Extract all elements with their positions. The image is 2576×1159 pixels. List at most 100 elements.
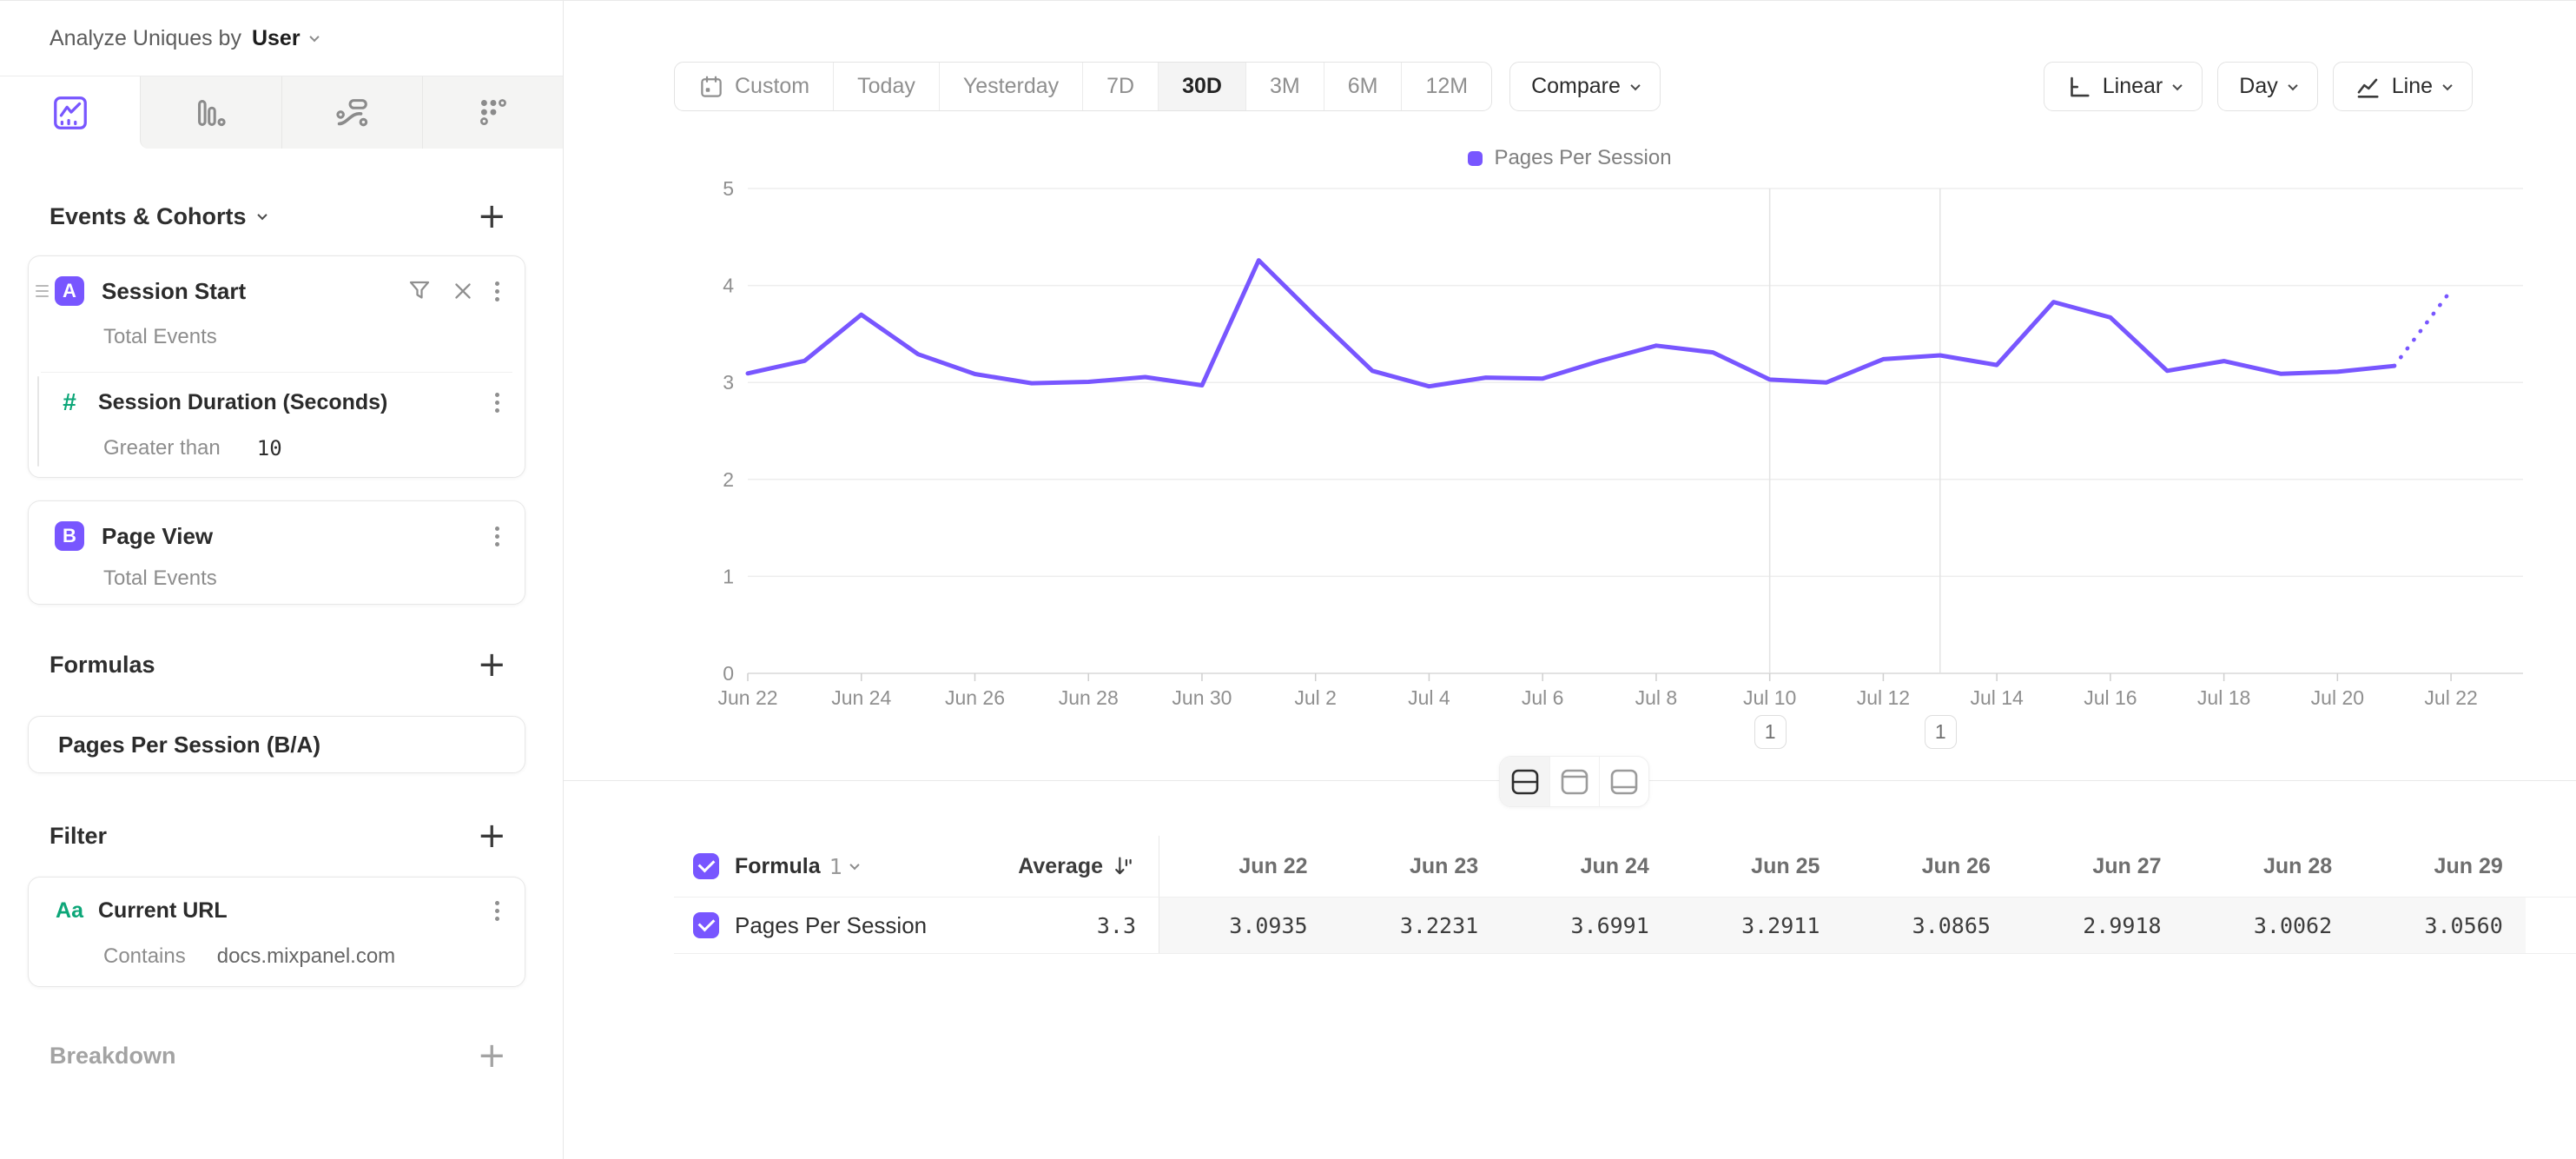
compare-label: Compare (1531, 74, 1621, 99)
date-column-header[interactable]: Jun 26 (1842, 836, 2013, 897)
formula-card[interactable]: Pages Per Session (B/A) (28, 716, 525, 773)
event-name[interactable]: Page View (102, 523, 213, 550)
average-column-header[interactable]: Average (1018, 854, 1159, 879)
property-value[interactable]: 10 (257, 436, 282, 460)
svg-text:Jul 4: Jul 4 (1408, 686, 1450, 709)
date-range-yesterday[interactable]: Yesterday (939, 63, 1082, 110)
date-range-30d[interactable]: 30D (1158, 63, 1245, 110)
split-view-icon (1509, 768, 1541, 796)
series-legend-label: Pages Per Session (1494, 146, 1671, 170)
date-column-header[interactable]: Jun 28 (2184, 836, 2355, 897)
chevron-down-icon (2173, 80, 2183, 89)
event-card-session-start[interactable]: A Session Start Total Events (28, 255, 525, 478)
event-measurement[interactable]: Total Events (103, 325, 217, 349)
property-menu-button[interactable] (486, 393, 507, 413)
insights-report-page: Analyze Uniques by User (0, 0, 2576, 1159)
close-icon (452, 280, 474, 302)
remove-event-button[interactable] (452, 280, 474, 302)
toggle-chart-only-view[interactable] (1549, 757, 1599, 806)
funnel-icon (406, 278, 433, 304)
toggle-table-only-view[interactable] (1599, 757, 1648, 806)
date-column-header[interactable]: Jun 29 (2355, 836, 2526, 897)
date-column-header[interactable]: Jun 27 (2013, 836, 2184, 897)
event-letter-badge: A (55, 276, 84, 306)
event-menu-button[interactable] (486, 281, 507, 301)
line-chart-icon (50, 93, 90, 133)
date-cell-value: 3.0560 (2355, 897, 2526, 953)
svg-text:Jul 10: Jul 10 (1743, 686, 1796, 709)
filter-operator[interactable]: Contains (103, 944, 186, 969)
tab-retention[interactable] (422, 76, 563, 149)
filter-title: Filter (50, 823, 107, 850)
chart-only-icon (1559, 768, 1590, 796)
add-event-button[interactable] (477, 203, 506, 229)
date-range-custom[interactable]: Custom (675, 63, 833, 110)
chart-type-button[interactable]: Line (2333, 62, 2473, 111)
select-all-checkbox[interactable] (693, 853, 719, 879)
svg-text:Jul 2: Jul 2 (1294, 686, 1337, 709)
date-range-6m[interactable]: 6M (1324, 63, 1402, 110)
filter-property-name[interactable]: Current URL (98, 898, 228, 924)
add-filter-button[interactable] (477, 823, 506, 849)
drag-handle-icon[interactable] (36, 285, 49, 297)
svg-text:Jun 28: Jun 28 (1059, 686, 1119, 709)
chart-type-label: Line (2392, 74, 2433, 99)
filter-card[interactable]: Aa Current URL Contains docs.mixpanel.co… (28, 877, 525, 987)
date-cell-value: 3.0865 (1842, 897, 2013, 953)
property-name[interactable]: Session Duration (Seconds) (98, 390, 387, 415)
scale-label: Linear (2103, 74, 2163, 99)
tab-flows[interactable] (281, 76, 422, 149)
annotation-count-badge[interactable]: 1 (1754, 715, 1787, 749)
date-cell-value: 3.6991 (1501, 897, 1672, 953)
date-column-header[interactable]: Jun 23 (1331, 836, 1502, 897)
query-builder-sidebar: Analyze Uniques by User (0, 1, 564, 1159)
chevron-down-icon (309, 32, 319, 42)
date-column-header[interactable]: Jun 22 (1159, 836, 1331, 897)
chart-legend[interactable]: Pages Per Session (564, 146, 2576, 170)
line-chart-svg[interactable]: 012345Jun 22Jun 24Jun 26Jun 28Jun 30Jul … (712, 171, 2545, 748)
date-range-3m[interactable]: 3M (1245, 63, 1324, 110)
tab-insights-line[interactable] (0, 76, 140, 149)
date-column-header[interactable]: Jun 24 (1501, 836, 1672, 897)
event-card-page-view[interactable]: B Page View Total Events (28, 500, 525, 605)
scale-button[interactable]: Linear (2044, 62, 2203, 111)
chevron-down-icon (849, 860, 859, 870)
event-measurement[interactable]: Total Events (103, 566, 217, 591)
chart-type-tabstrip (0, 76, 563, 149)
series-toggle-dropdown[interactable]: Formula 1 (735, 854, 858, 879)
table-row[interactable]: Pages Per Session 3.3 3.09353.22313.6991… (674, 897, 2576, 954)
svg-text:Jul 8: Jul 8 (1635, 686, 1678, 709)
analyze-by-bar: Analyze Uniques by User (0, 1, 563, 76)
analyze-by-dropdown[interactable]: User (252, 26, 301, 51)
annotation-count-badge[interactable]: 1 (1925, 715, 1957, 749)
filter-menu-button[interactable] (486, 901, 507, 921)
event-name[interactable]: Session Start (102, 278, 246, 305)
svg-text:Jun 26: Jun 26 (945, 686, 1005, 709)
interval-button[interactable]: Day (2217, 62, 2317, 111)
table-date-values: 3.09353.22313.69913.29113.08652.99183.00… (1159, 897, 2526, 953)
date-range-today[interactable]: Today (833, 63, 939, 110)
formulas-heading: Formulas (28, 647, 525, 682)
add-breakdown-button[interactable] (477, 1043, 506, 1069)
svg-text:Jul 18: Jul 18 (2197, 686, 2250, 709)
series-checkbox[interactable] (693, 912, 719, 938)
compare-button[interactable]: Compare (1509, 62, 1661, 111)
date-cell-value: 3.2911 (1672, 897, 1843, 953)
date-range-7d[interactable]: 7D (1082, 63, 1158, 110)
property-operator[interactable]: Greater than (103, 436, 221, 460)
date-column-header[interactable]: Jun 25 (1672, 836, 1843, 897)
add-formula-button[interactable] (477, 652, 506, 678)
tab-bar-chart[interactable] (140, 76, 281, 149)
formula-expression[interactable]: Pages Per Session (B/A) (58, 732, 320, 758)
sort-descending-icon (1112, 854, 1136, 878)
date-cell-value: 2.9918 (2013, 897, 2184, 953)
svg-text:Jun 24: Jun 24 (831, 686, 891, 709)
date-range-12m[interactable]: 12M (1401, 63, 1491, 110)
filter-value[interactable]: docs.mixpanel.com (217, 944, 395, 969)
number-property-icon: # (55, 388, 84, 416)
svg-text:Jul 16: Jul 16 (2084, 686, 2137, 709)
toggle-split-view[interactable] (1500, 757, 1549, 806)
event-menu-button[interactable] (486, 527, 507, 546)
filter-event-button[interactable] (406, 278, 433, 304)
chevron-down-icon[interactable] (257, 210, 267, 220)
